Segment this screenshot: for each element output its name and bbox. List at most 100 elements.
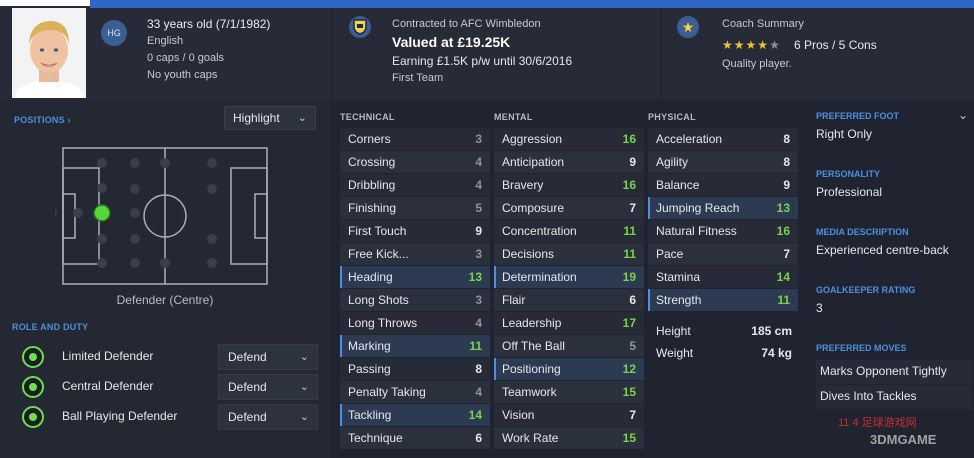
attribute-name: Bravery <box>502 178 544 192</box>
squad-status: First Team <box>392 72 444 84</box>
attribute-row[interactable]: Agility 8 <box>648 151 798 173</box>
attribute-value: 11 <box>623 224 636 238</box>
attribute-value: 16 <box>622 132 636 146</box>
role-name[interactable]: Ball Playing Defender <box>62 409 177 423</box>
attribute-row[interactable]: Work Rate 15 <box>494 427 644 449</box>
duty-dropdown[interactable]: Defend ⌄ <box>218 374 318 400</box>
attribute-row[interactable]: Jumping Reach 13 <box>648 197 798 219</box>
attribute-row[interactable]: Finishing 5 <box>340 197 490 219</box>
player-header: HG 33 years old (7/1/1982) English 0 cap… <box>0 0 974 100</box>
watermark-logo: 3DMGAME <box>870 432 937 447</box>
role-row[interactable]: Ball Playing Defender Defend ⌄ <box>22 404 322 430</box>
physical-measurements: Height 185 cm Weight 74 kg <box>648 320 798 364</box>
attribute-row[interactable]: Free Kick... 3 <box>340 243 490 265</box>
physical-title: PHYSICAL <box>648 112 696 122</box>
role-rating-icon <box>22 346 44 368</box>
attribute-row[interactable]: Determination 19 <box>494 266 644 288</box>
attribute-row[interactable]: Off The Ball 5 <box>494 335 644 357</box>
attribute-row[interactable]: Tackling 14 <box>340 404 490 426</box>
attribute-row[interactable]: Corners 3 <box>340 128 490 150</box>
attribute-value: 8 <box>475 362 482 376</box>
attribute-row[interactable]: Marking 11 <box>340 335 490 357</box>
position-caption: Defender (Centre) <box>116 293 214 307</box>
club-line[interactable]: Contracted to AFC Wimbledon <box>392 16 572 32</box>
attribute-row[interactable]: Acceleration 8 <box>648 128 798 150</box>
attribute-name: Long Throws <box>348 316 418 330</box>
attribute-row[interactable]: Heading 13 <box>340 266 490 288</box>
attribute-name: Corners <box>348 132 391 146</box>
attribute-value: 3 <box>475 132 482 146</box>
duty-dropdown[interactable]: Defend ⌄ <box>218 404 318 430</box>
duty-dropdown[interactable]: Defend ⌄ <box>218 344 318 370</box>
attribute-row[interactable]: Flair 6 <box>494 289 644 311</box>
attribute-row[interactable]: Aggression 16 <box>494 128 644 150</box>
personality-label: PERSONALITY <box>816 169 881 179</box>
attribute-row[interactable]: Crossing 4 <box>340 151 490 173</box>
coach-summary-title[interactable]: Coach Summary <box>722 16 804 32</box>
attribute-row[interactable]: Long Shots 3 <box>340 289 490 311</box>
role-name[interactable]: Limited Defender <box>62 349 153 363</box>
attribute-row[interactable]: Passing 8 <box>340 358 490 380</box>
attribute-row[interactable]: Concentration 11 <box>494 220 644 242</box>
attribute-row[interactable]: Dribbling 4 <box>340 174 490 196</box>
positions-panel: POSITIONS › Highlight ⌄ Defender (Centre… <box>0 100 330 458</box>
attribute-row[interactable]: Pace 7 <box>648 243 798 265</box>
attribute-value: 19 <box>622 270 636 284</box>
preferred-move-item[interactable]: Dives Into Tackles <box>816 385 972 409</box>
youth-caps-text: No youth caps <box>147 69 218 81</box>
technical-attributes: TECHNICAL Corners 3 Crossing 4 Dribbling 4 Fin… <box>340 100 490 458</box>
attribute-value: 16 <box>776 224 790 238</box>
half-star-icon: ★ <box>757 38 770 52</box>
attribute-name: First Touch <box>348 224 407 238</box>
highlight-value: Highlight <box>233 111 280 125</box>
attribute-row[interactable]: Anticipation 9 <box>494 151 644 173</box>
chevron-down-icon: ⌄ <box>299 351 309 363</box>
attribute-value: 7 <box>629 201 636 215</box>
media-description-label: MEDIA DESCRIPTION <box>816 227 909 237</box>
header-divider <box>331 8 332 100</box>
attribute-value: 16 <box>622 178 636 192</box>
preferred-move-item[interactable]: Marks Opponent Tightly <box>816 360 972 384</box>
attribute-row[interactable]: Composure 7 <box>494 197 644 219</box>
attribute-name: Long Shots <box>348 293 409 307</box>
attribute-row[interactable]: Penalty Taking 4 <box>340 381 490 403</box>
attribute-row[interactable]: Long Throws 4 <box>340 312 490 334</box>
highlight-dropdown[interactable]: Highlight ⌄ <box>224 106 316 130</box>
attribute-value: 5 <box>475 201 482 215</box>
attribute-name: Flair <box>502 293 526 307</box>
role-name[interactable]: Central Defender <box>62 379 153 393</box>
chevron-down-icon: ⌄ <box>297 112 307 124</box>
attribute-value: 9 <box>629 155 636 169</box>
mental-attributes: MENTAL Aggression 16 Anticipation 9 Bravery 1… <box>494 100 644 458</box>
club-crest-icon[interactable] <box>349 16 371 38</box>
attribute-row[interactable]: Leadership 17 <box>494 312 644 334</box>
attribute-row[interactable]: Natural Fitness 16 <box>648 220 798 242</box>
weight-label: Weight <box>656 346 694 360</box>
attribute-row[interactable]: Technique 6 <box>340 427 490 449</box>
role-row[interactable]: Central Defender Defend ⌄ <box>22 374 322 400</box>
wage-text: Earning £1.5K p/w until 30/6/2016 <box>392 54 573 68</box>
attribute-row[interactable]: First Touch 9 <box>340 220 490 242</box>
attribute-name: Vision <box>502 408 535 422</box>
attribute-row[interactable]: Stamina 14 <box>648 266 798 288</box>
weight-value: 74 kg <box>761 346 792 360</box>
attribute-row[interactable]: Decisions 11 <box>494 243 644 265</box>
attribute-value: 13 <box>468 270 482 284</box>
attribute-row[interactable]: Positioning 12 <box>494 358 644 380</box>
attribute-value: 4 <box>475 316 482 330</box>
positions-link[interactable]: POSITIONS › <box>14 115 71 125</box>
attribute-name: Concentration <box>502 224 577 238</box>
attribute-row[interactable]: Balance 9 <box>648 174 798 196</box>
attribute-row[interactable]: Vision 7 <box>494 404 644 426</box>
attribute-value: 4 <box>475 178 482 192</box>
attribute-row[interactable]: Strength 11 <box>648 289 798 311</box>
attribute-name: Teamwork <box>502 385 557 399</box>
home-grown-badge: HG <box>101 20 127 46</box>
attribute-row[interactable]: Bravery 16 <box>494 174 644 196</box>
pros-cons-text[interactable]: 6 Pros / 5 Cons <box>794 38 877 52</box>
attribute-row[interactable]: Teamwork 15 <box>494 381 644 403</box>
chevron-down-icon[interactable]: ⌄ <box>958 108 968 122</box>
attribute-name: Free Kick... <box>348 247 409 261</box>
role-row[interactable]: Limited Defender Defend ⌄ <box>22 344 322 370</box>
chevron-right-icon: › <box>67 115 71 125</box>
